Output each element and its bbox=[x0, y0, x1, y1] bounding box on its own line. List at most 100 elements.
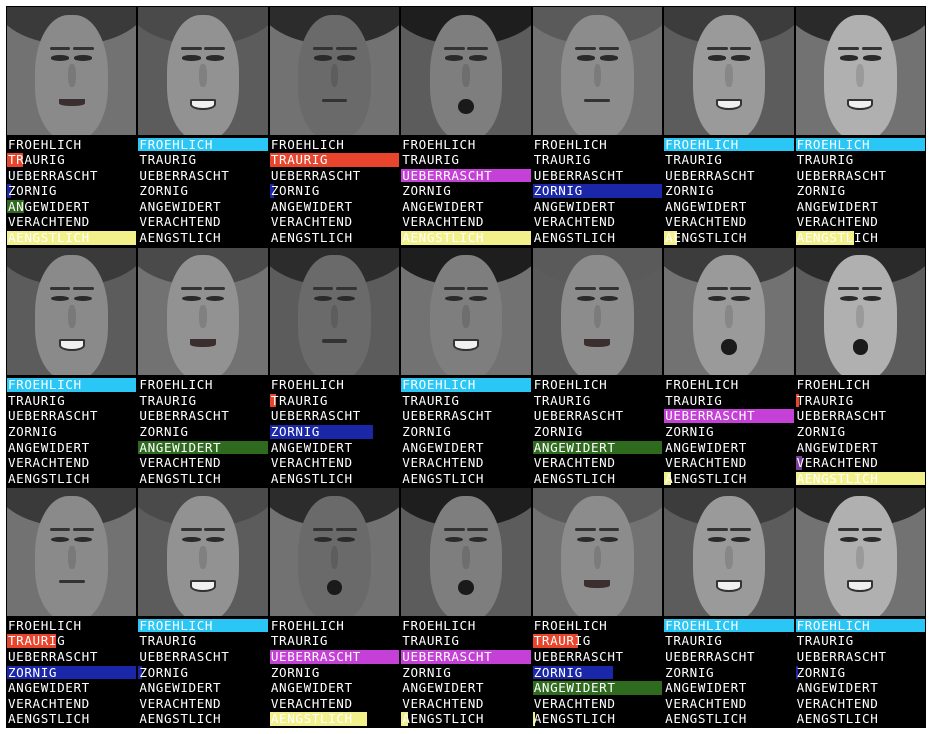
emotion-label-text: AENGSTLICH bbox=[270, 230, 353, 246]
emotion-label-text: ANGEWIDERT bbox=[8, 198, 90, 214]
emotion-label-list: FROEHLICH TRAURIG UEBERRASCHT ZORNIG ANGEWID… bbox=[795, 375, 925, 486]
brow-shape bbox=[730, 46, 751, 50]
emotion-label-text: ZORNIG bbox=[139, 423, 189, 439]
emotion-label: AENGSTLICH bbox=[795, 230, 925, 246]
brow-shape bbox=[598, 527, 620, 532]
mouth-shape bbox=[584, 580, 611, 588]
emotion-label: VERACHTEND bbox=[533, 696, 662, 712]
eye-shape bbox=[313, 536, 332, 542]
emotion-label: ANGEWIDERT bbox=[138, 199, 267, 215]
emotion-label: ZORNIG bbox=[7, 183, 136, 199]
emotion-label: ZORNIG bbox=[269, 183, 399, 199]
emotion-label: UEBERRASCHT bbox=[664, 408, 794, 424]
emotion-label-text: FROEHLICH bbox=[270, 617, 345, 633]
emotion-label: ZORNIG bbox=[796, 183, 925, 199]
nose-shape bbox=[199, 64, 207, 88]
nose-shape bbox=[199, 545, 207, 569]
emotion-label: UEBERRASCHT bbox=[796, 168, 925, 184]
emotion-label: VERACHTEND bbox=[270, 455, 399, 471]
emotion-label-text: ZORNIG bbox=[270, 423, 320, 439]
emotion-label-text: ANGEWIDERT bbox=[8, 680, 90, 696]
eye-shape bbox=[600, 55, 619, 61]
face-image bbox=[269, 488, 400, 616]
face-image bbox=[7, 7, 137, 135]
eye-shape bbox=[708, 536, 727, 542]
emotion-label: TRAURIG bbox=[138, 633, 267, 649]
emotion-label: VERACHTEND bbox=[270, 696, 399, 712]
brow-shape bbox=[312, 527, 334, 532]
emotion-label: UEBERRASCHT bbox=[7, 408, 136, 424]
brow-shape bbox=[335, 287, 357, 291]
emotion-label: FROEHLICH bbox=[533, 377, 662, 393]
emotion-label: AENGSTLICH bbox=[401, 471, 530, 487]
emotion-label-text: TRAURIG bbox=[402, 392, 460, 408]
face-cell: FROEHLICH TRAURIG UEBERRASCHT ZORNIG ANGEWID… bbox=[401, 7, 531, 246]
emotion-label: ANGEWIDERT bbox=[401, 199, 530, 215]
nose-shape bbox=[330, 545, 339, 569]
emotion-label-text: VERACHTEND bbox=[796, 214, 879, 230]
face-cell: FROEHLICH TRAURIG UEBERRASCHT ZORNIG ANGEWID… bbox=[269, 488, 400, 727]
emotion-label: TRAURIG bbox=[795, 392, 925, 409]
emotion-label-text: TRAURIG bbox=[796, 633, 854, 649]
face-image bbox=[532, 247, 663, 376]
emotion-label: ANGEWIDERT bbox=[7, 680, 136, 696]
brow-shape bbox=[575, 527, 597, 532]
emotion-label-text: ZORNIG bbox=[139, 183, 189, 199]
face-image bbox=[795, 7, 925, 135]
emotion-label-text: FROEHLICH bbox=[8, 136, 82, 152]
emotion-label: FROEHLICH bbox=[270, 618, 399, 634]
emotion-label: AENGSTLICH bbox=[138, 711, 267, 727]
face-cell: FROEHLICH TRAURIG UEBERRASCHT ZORNIG ANGEWID… bbox=[138, 7, 268, 246]
emotion-label-text: FROEHLICH bbox=[533, 136, 608, 152]
emotion-label-text: UEBERRASCHT bbox=[270, 167, 361, 183]
emotion-label-text: FROEHLICH bbox=[533, 617, 608, 633]
emotion-label-text: FROEHLICH bbox=[402, 377, 476, 393]
emotion-label: ANGEWIDERT bbox=[138, 680, 267, 696]
emotion-label: FROEHLICH bbox=[401, 618, 530, 634]
emotion-label-text: ANGEWIDERT bbox=[533, 439, 616, 455]
brow-shape bbox=[467, 287, 488, 291]
face-cell: FROEHLICH TRAURIG UEBERRASCHT ZORNIG ANGEWID… bbox=[138, 488, 268, 727]
emotion-label: AENGSTLICH bbox=[532, 711, 662, 727]
emotion-label-text: ANGEWIDERT bbox=[270, 439, 353, 455]
emotion-label-text: TRAURIG bbox=[796, 392, 854, 408]
emotion-label: VERACHTEND bbox=[533, 455, 662, 471]
emotion-label: VERACHTEND bbox=[664, 214, 793, 230]
emotion-label-text: TRAURIG bbox=[270, 392, 329, 408]
face-image bbox=[138, 488, 268, 616]
emotion-label: VERACHTEND bbox=[533, 214, 662, 230]
emotion-label-text: AENGSTLICH bbox=[8, 711, 90, 727]
emotion-label: VERACHTEND bbox=[796, 214, 925, 230]
mouth-shape bbox=[190, 339, 217, 348]
emotion-label-text: FROEHLICH bbox=[796, 377, 871, 393]
emotion-label: TRAURIG bbox=[269, 152, 400, 168]
emotion-label: FROEHLICH bbox=[138, 618, 268, 634]
emotion-label-text: FROEHLICH bbox=[533, 377, 608, 393]
emotion-label: FROEHLICH bbox=[664, 377, 793, 393]
emotion-label-text: ZORNIG bbox=[796, 423, 846, 439]
eye-shape bbox=[74, 55, 93, 61]
mouth-shape bbox=[58, 580, 85, 584]
face-cell: FROEHLICH TRAURIG UEBERRASCHT ZORNIG ANGEWID… bbox=[664, 247, 794, 487]
emotion-label: AENGSTLICH bbox=[664, 471, 793, 487]
emotion-label-text: ZORNIG bbox=[533, 423, 583, 439]
emotion-label: ANGEWIDERT bbox=[796, 440, 925, 456]
emotion-label-text: TRAURIG bbox=[139, 633, 197, 649]
emotion-label-text: VERACHTEND bbox=[665, 455, 747, 471]
emotion-label-text: AENGSTLICH bbox=[402, 470, 485, 486]
emotion-label: AENGSTLICH bbox=[270, 471, 399, 487]
brow-shape bbox=[443, 46, 465, 50]
emotion-label: UEBERRASCHT bbox=[533, 408, 662, 424]
brow-shape bbox=[706, 46, 728, 50]
emotion-label-text: FROEHLICH bbox=[665, 617, 739, 633]
emotion-label-text: UEBERRASCHT bbox=[533, 167, 624, 183]
nose-shape bbox=[199, 305, 207, 328]
face-cell: FROEHLICH TRAURIG UEBERRASCHT ZORNIG ANGEWID… bbox=[664, 7, 794, 246]
nose-shape bbox=[593, 305, 602, 328]
emotion-label-text: ZORNIG bbox=[665, 423, 715, 439]
emotion-label: ZORNIG bbox=[138, 183, 267, 199]
emotion-label-text: TRAURIG bbox=[139, 392, 197, 408]
emotion-label: TRAURIG bbox=[796, 633, 925, 649]
emotion-label: VERACHTEND bbox=[7, 214, 136, 230]
emotion-label-text: UEBERRASCHT bbox=[533, 649, 624, 665]
